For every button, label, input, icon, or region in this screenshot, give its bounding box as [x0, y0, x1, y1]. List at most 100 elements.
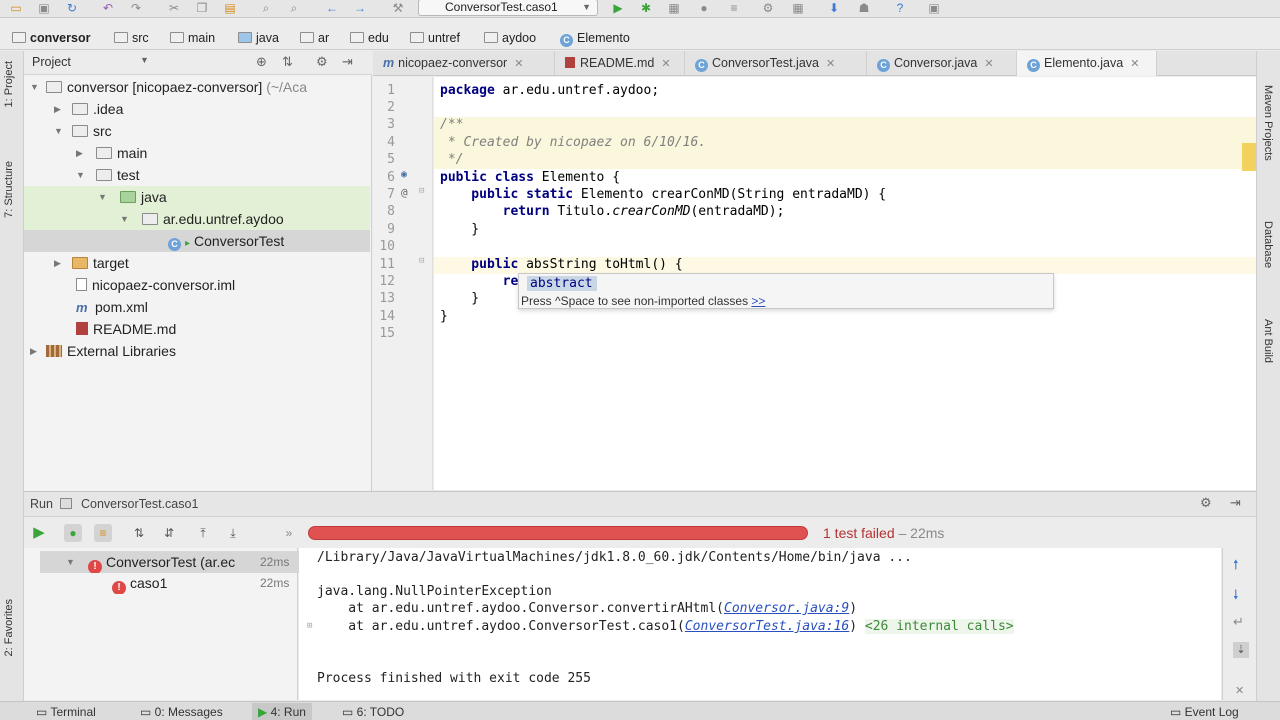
- gear-icon[interactable]: ⚙: [316, 54, 328, 70]
- show-ignored-icon[interactable]: ≡: [94, 524, 112, 542]
- rerun-icon[interactable]: ▶: [30, 524, 48, 542]
- redo-icon[interactable]: ↷: [128, 1, 144, 15]
- tab-event-log[interactable]: ▭ Event Log: [1164, 703, 1245, 720]
- open-icon[interactable]: ▭: [8, 1, 24, 15]
- help-icon[interactable]: ?: [892, 1, 908, 15]
- paste-icon[interactable]: ▤: [222, 1, 238, 15]
- breadcrumb-item-conversor[interactable]: conversor: [12, 30, 90, 47]
- run-config-name[interactable]: ConversorTest.caso1: [81, 497, 198, 511]
- expanded-arrow-icon[interactable]: ▼: [66, 551, 75, 573]
- annotation-icon[interactable]: @: [401, 186, 408, 199]
- tree-item-test[interactable]: ▼ test: [24, 164, 370, 186]
- close-icon[interactable]: ✕: [661, 58, 670, 70]
- down-arrow-icon[interactable]: 🠗: [1233, 586, 1239, 608]
- target-icon[interactable]: ⊕: [256, 54, 267, 70]
- tree-item-main[interactable]: ▶ main: [24, 142, 370, 164]
- collapse-icon[interactable]: ⇅: [282, 54, 293, 70]
- tab-messages[interactable]: ▭ 0: Messages: [134, 703, 229, 720]
- project-panel-title[interactable]: Project: [32, 55, 71, 69]
- debug-icon[interactable]: ✱: [638, 1, 654, 15]
- undo-icon[interactable]: ↶: [100, 1, 116, 15]
- tab-readme[interactable]: README.md ✕: [555, 51, 685, 76]
- tree-item-src[interactable]: ▼ src: [24, 120, 370, 142]
- close-icon[interactable]: ✕: [826, 58, 835, 70]
- coverage-icon[interactable]: ▦: [666, 1, 682, 15]
- tree-item-external-libraries[interactable]: ▶ External Libraries: [24, 340, 370, 362]
- warning-marker[interactable]: [1242, 143, 1256, 171]
- scroll-end-icon[interactable]: ⇣: [1233, 642, 1249, 658]
- project-structure-icon[interactable]: ▦: [790, 1, 806, 15]
- android-icon[interactable]: ☗: [856, 1, 872, 15]
- hide-icon[interactable]: ⇥: [342, 54, 353, 70]
- breadcrumb-item-java[interactable]: java: [238, 30, 279, 47]
- up-arrow-icon[interactable]: 🠕: [1233, 556, 1239, 578]
- tool-tab-favorites[interactable]: 2: Favorites: [3, 599, 15, 656]
- tab-elemento[interactable]: C Elemento.java ✕: [1017, 51, 1157, 76]
- hint-link[interactable]: >>: [751, 294, 765, 308]
- tree-item-target[interactable]: ▶ target: [24, 252, 370, 274]
- implemented-icon[interactable]: ◉: [401, 169, 407, 180]
- test-case-row[interactable]: ! caso1 22ms: [24, 572, 298, 594]
- expanded-arrow-icon[interactable]: ▼: [76, 164, 85, 186]
- forward-icon[interactable]: →: [352, 1, 368, 15]
- breadcrumb-item-ar[interactable]: ar: [300, 30, 329, 47]
- tab-conversor[interactable]: C Conversor.java ✕: [867, 51, 1017, 76]
- test-suite-row[interactable]: ▼ ! ConversorTest (ar.ec 22ms: [40, 551, 314, 573]
- tree-item-conversor[interactable]: ▼ conversor [nicopaez-conversor] (~/Aca: [24, 76, 370, 98]
- sort-duration-icon[interactable]: ⇵: [160, 524, 178, 542]
- tool-tab-maven[interactable]: Maven Projects: [1262, 85, 1274, 161]
- close-icon[interactable]: ✕: [1130, 58, 1139, 70]
- gear-icon[interactable]: ⚙: [1200, 495, 1212, 511]
- expanded-arrow-icon[interactable]: ▼: [30, 76, 39, 98]
- tab-conversortest[interactable]: C ConversorTest.java ✕: [685, 51, 867, 76]
- breadcrumb-item-elemento[interactable]: C Elemento: [560, 30, 630, 47]
- build-icon[interactable]: ⚒: [390, 1, 406, 15]
- wrap-icon[interactable]: ↵: [1233, 614, 1244, 630]
- breadcrumb-item-src[interactable]: src: [114, 30, 149, 47]
- tool-tab-ant[interactable]: Ant Build: [1262, 319, 1274, 363]
- close-icon[interactable]: ✕: [984, 58, 993, 70]
- breadcrumb-item-edu[interactable]: edu: [350, 30, 389, 47]
- sync-icon[interactable]: ↻: [64, 1, 80, 15]
- copy-icon[interactable]: ❐: [194, 1, 210, 15]
- expanded-arrow-icon[interactable]: ▼: [98, 186, 107, 208]
- show-passed-icon[interactable]: ●: [64, 524, 82, 542]
- expand-all-icon[interactable]: ⤒: [194, 524, 212, 542]
- tab-todo[interactable]: ▭ 6: TODO: [336, 703, 410, 720]
- breadcrumb-item-aydoo[interactable]: aydoo: [484, 30, 536, 47]
- tree-item-conversortest[interactable]: C ▸ ConversorTest: [24, 230, 370, 252]
- cut-icon[interactable]: ✂: [166, 1, 182, 15]
- expanded-arrow-icon[interactable]: ▼: [120, 208, 129, 230]
- stack-link[interactable]: ConversorTest.java:16: [685, 619, 849, 634]
- tool-tab-structure[interactable]: 7: Structure: [3, 161, 15, 218]
- sdk-icon[interactable]: ⬇: [826, 1, 842, 15]
- tool-tab-database[interactable]: Database: [1262, 221, 1274, 268]
- autocomplete-item[interactable]: abstract: [527, 276, 597, 291]
- run-config-select[interactable]: ConversorTest.caso1 ▼: [418, 0, 598, 16]
- tree-item-readme[interactable]: README.md: [24, 318, 370, 340]
- breadcrumb-item-main[interactable]: main: [170, 30, 215, 47]
- fold-icon[interactable]: ⊟: [419, 186, 424, 196]
- console-output[interactable]: /Library/Java/JavaVirtualMachines/jdk1.8…: [299, 548, 1221, 700]
- collapsed-arrow-icon[interactable]: ▶: [76, 142, 83, 164]
- save-icon[interactable]: ▣: [36, 1, 52, 15]
- close-icon[interactable]: ✕: [1235, 684, 1244, 697]
- hide-icon[interactable]: ⇥: [1230, 495, 1241, 511]
- sort-alpha-icon[interactable]: ⇅: [130, 524, 148, 542]
- fold-icon[interactable]: ⊞: [307, 621, 312, 631]
- tab-run[interactable]: ▶ 4: Run: [252, 703, 312, 720]
- tree-item-iml[interactable]: nicopaez-conversor.iml: [24, 274, 370, 296]
- internal-calls[interactable]: <26 internal calls>: [864, 619, 1014, 634]
- collapsed-arrow-icon[interactable]: ▶: [30, 340, 37, 362]
- back-icon[interactable]: ←: [324, 1, 340, 15]
- more-icon[interactable]: »: [280, 524, 298, 542]
- tree-item-idea[interactable]: ▶ .idea: [24, 98, 370, 120]
- collapse-all-icon[interactable]: ⤓: [224, 524, 242, 542]
- fold-icon[interactable]: ⊟: [419, 256, 424, 266]
- expanded-arrow-icon[interactable]: ▼: [54, 120, 63, 142]
- settings-icon[interactable]: ⚙: [760, 1, 776, 15]
- tool-tab-project[interactable]: 1: Project: [3, 61, 15, 107]
- stack-link[interactable]: Conversor.java:9: [724, 601, 849, 616]
- tree-item-java[interactable]: ▼ java: [24, 186, 370, 208]
- tree-item-package[interactable]: ▼ ar.edu.untref.aydoo: [24, 208, 370, 230]
